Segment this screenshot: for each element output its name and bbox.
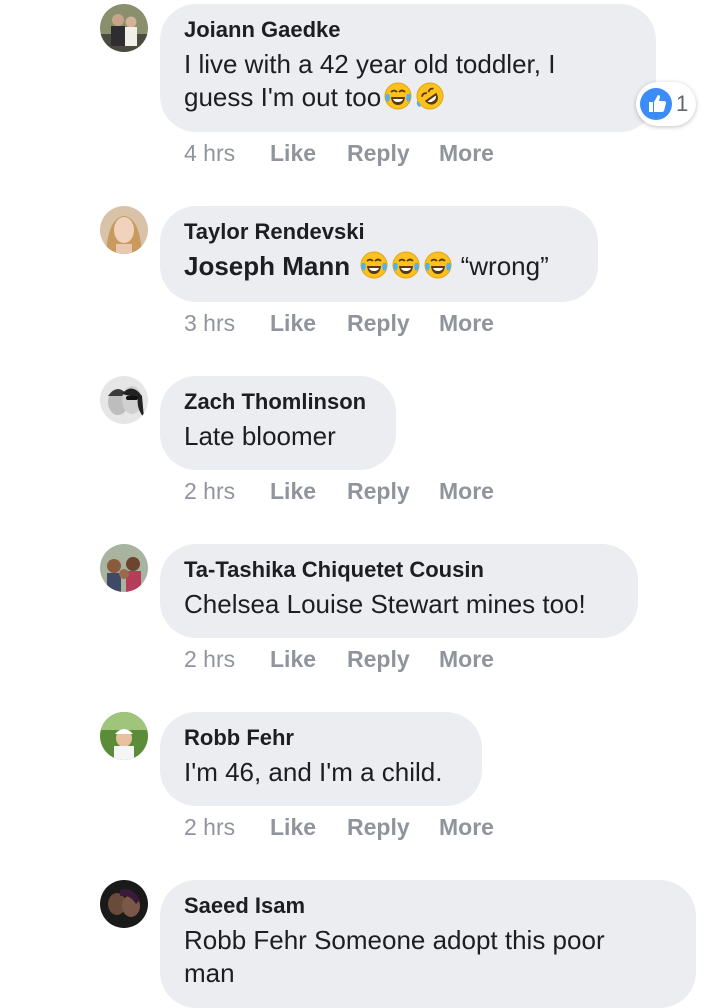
reply-link[interactable]: Reply — [347, 139, 439, 167]
comment-timestamp[interactable]: 4 hrs — [184, 139, 270, 167]
comment-text-quote: “wrong” — [460, 251, 549, 281]
comment-text-line: Robb Fehr Someone adopt this poor — [184, 925, 605, 955]
tears-of-joy-icon — [383, 81, 413, 111]
comment-actions: 2 hrs Like Reply More — [184, 477, 494, 505]
comment-text: I'm 46, and I'm a child. — [184, 757, 443, 787]
like-link[interactable]: Like — [270, 813, 347, 841]
comment-text: Joseph Mann “wrong” — [184, 250, 574, 283]
comment-bubble: Zach Thomlinson Late bloomer — [160, 376, 396, 470]
mention-link[interactable]: Joseph Mann — [184, 251, 350, 281]
comment-text: I live with a 42 year old toddler, I gue… — [184, 48, 632, 114]
comment-author[interactable]: Joiann Gaedke — [184, 16, 632, 44]
avatar[interactable] — [100, 712, 148, 760]
rolling-on-floor-laughing-icon — [415, 81, 445, 111]
comment-text-line: I live with a 42 year old toddler, I — [184, 49, 556, 79]
comment-bubble: Saeed Isam Robb Fehr Someone adopt this … — [160, 880, 696, 1008]
like-icon — [640, 88, 672, 120]
comment-actions: 4 hrs Like Reply More — [184, 139, 494, 167]
comment-timestamp[interactable]: 2 hrs — [184, 645, 270, 673]
comment-author[interactable]: Zach Thomlinson — [184, 388, 372, 416]
avatar[interactable] — [100, 544, 148, 592]
comment-actions: 2 hrs Like Reply More — [184, 813, 494, 841]
more-link[interactable]: More — [439, 813, 494, 841]
comment-text: Late bloomer — [184, 421, 336, 451]
reply-link[interactable]: Reply — [347, 309, 439, 337]
comment-bubble: Robb Fehr I'm 46, and I'm a child. — [160, 712, 482, 806]
like-link[interactable]: Like — [270, 139, 347, 167]
tears-of-joy-icon — [391, 250, 421, 280]
like-link[interactable]: Like — [270, 477, 347, 505]
reply-link[interactable]: Reply — [347, 477, 439, 505]
comment-text-line: man — [184, 958, 235, 988]
comment-text-line: guess I'm out too — [184, 82, 382, 112]
tears-of-joy-icon — [423, 250, 453, 280]
more-link[interactable]: More — [439, 645, 494, 673]
reaction-count-value: 1 — [676, 91, 689, 116]
comment-author[interactable]: Ta-Tashika Chiquetet Cousin — [184, 556, 614, 584]
comment-bubble: Joiann Gaedke I live with a 42 year old … — [160, 4, 656, 132]
more-link[interactable]: More — [439, 309, 494, 337]
comment-author[interactable]: Saeed Isam — [184, 892, 672, 920]
more-link[interactable]: More — [439, 477, 494, 505]
comment-author[interactable]: Taylor Rendevski — [184, 218, 574, 246]
reaction-count[interactable]: 1 — [636, 82, 696, 126]
tears-of-joy-icon — [359, 250, 389, 280]
comment-author[interactable]: Robb Fehr — [184, 724, 458, 752]
more-link[interactable]: More — [439, 139, 494, 167]
avatar[interactable] — [100, 4, 148, 52]
comment-actions: 3 hrs Like Reply More — [184, 309, 494, 337]
reply-link[interactable]: Reply — [347, 645, 439, 673]
comment-actions: 2 hrs Like Reply More — [184, 645, 494, 673]
comment-timestamp[interactable]: 2 hrs — [184, 813, 270, 841]
avatar[interactable] — [100, 880, 148, 928]
comment-timestamp[interactable]: 3 hrs — [184, 309, 270, 337]
comment-bubble: Taylor Rendevski Joseph Mann “wrong” — [160, 206, 598, 302]
reply-link[interactable]: Reply — [347, 813, 439, 841]
comment-timestamp[interactable]: 2 hrs — [184, 477, 270, 505]
avatar[interactable] — [100, 376, 148, 424]
like-link[interactable]: Like — [270, 645, 347, 673]
avatar[interactable] — [100, 206, 148, 254]
comment-text: Chelsea Louise Stewart mines too! — [184, 589, 586, 619]
like-link[interactable]: Like — [270, 309, 347, 337]
comment-text: Robb Fehr Someone adopt this poor man — [184, 924, 672, 990]
comment-bubble: Ta-Tashika Chiquetet Cousin Chelsea Loui… — [160, 544, 638, 638]
